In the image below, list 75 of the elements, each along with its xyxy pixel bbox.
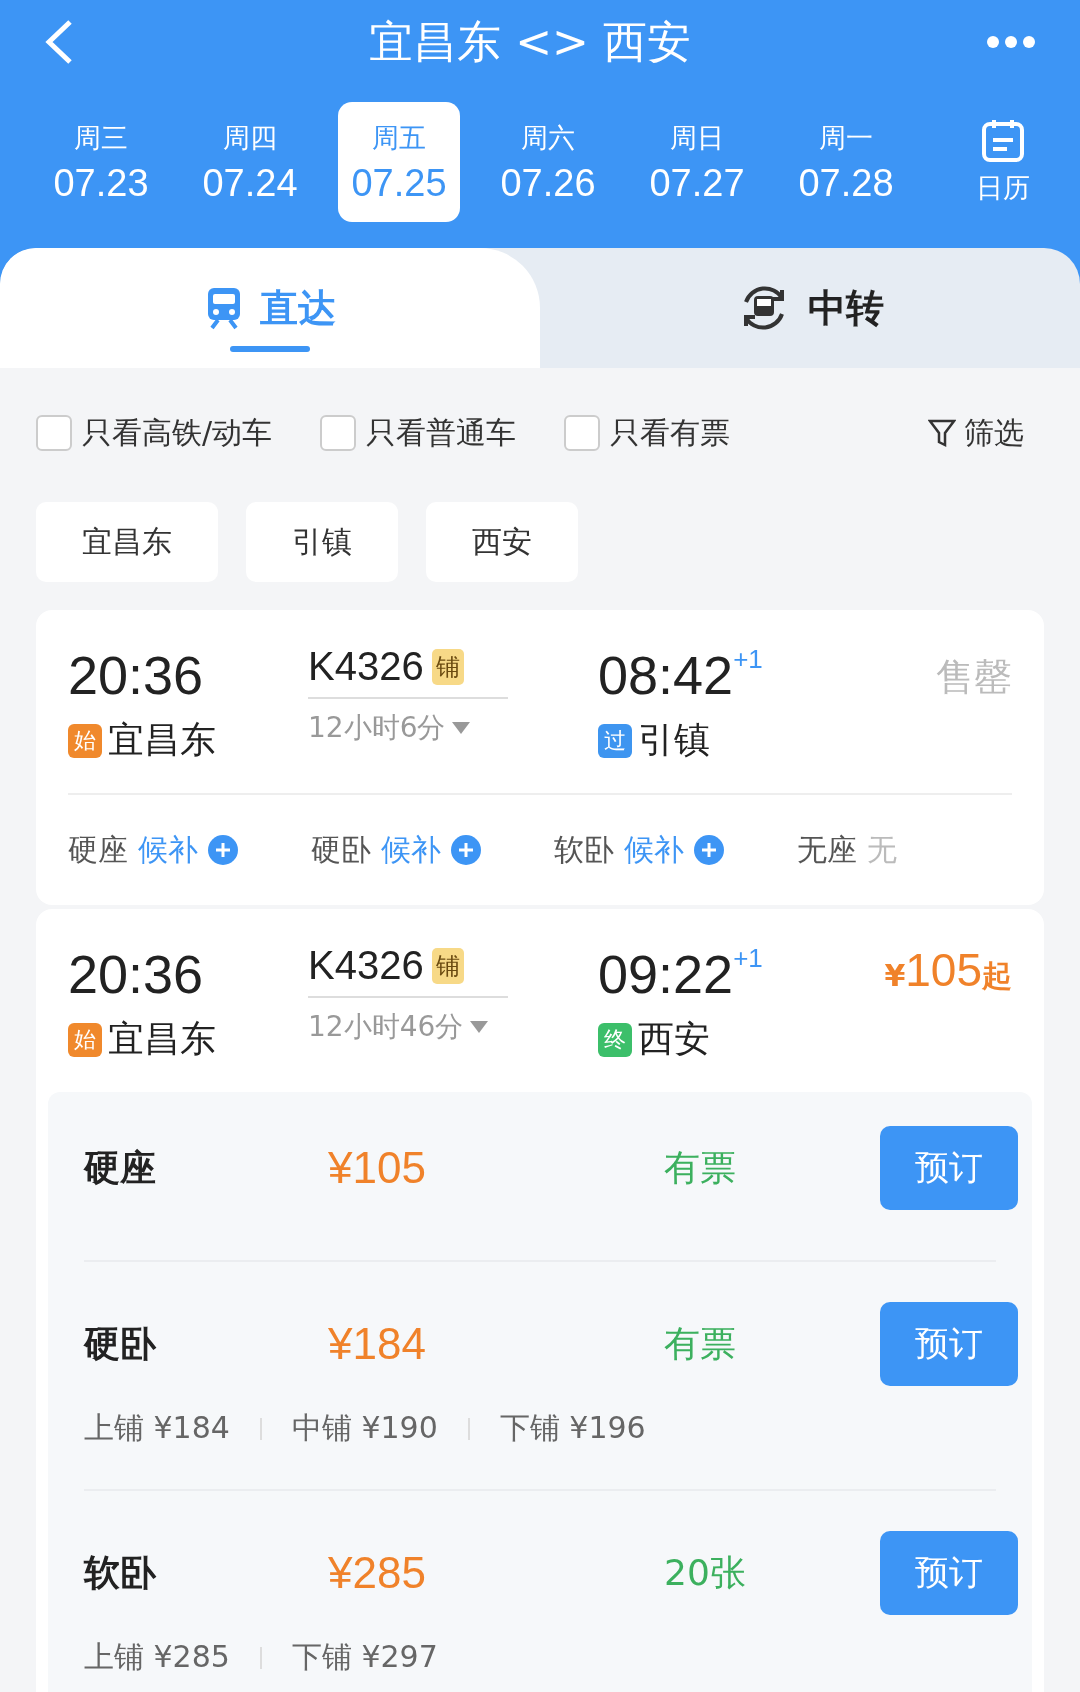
page-title: 宜昌东 <> 西安 bbox=[369, 14, 691, 69]
berth-price: 中铺 ¥190 bbox=[291, 1409, 438, 1448]
arrival-station: 西安 bbox=[638, 1017, 710, 1062]
station-tag: 终 bbox=[598, 1022, 632, 1057]
availability: 20张 bbox=[664, 1550, 747, 1595]
seat-type: 无座 bbox=[797, 830, 857, 869]
route-tab[interactable]: 中转 bbox=[540, 248, 1080, 368]
waitlist-link[interactable]: 候补 bbox=[624, 829, 684, 871]
currency-symbol: ¥ bbox=[884, 958, 906, 994]
station-tag: 始 bbox=[68, 1022, 102, 1057]
book-button[interactable]: 预订 bbox=[880, 1531, 1018, 1616]
seat-class: 软卧 bbox=[84, 1550, 157, 1595]
departure-station: 宜昌东 bbox=[108, 1017, 216, 1062]
filter-icon bbox=[928, 418, 956, 448]
date-tab[interactable]: 周六 07.26 bbox=[487, 102, 609, 222]
more-icon[interactable] bbox=[986, 35, 1036, 49]
caret-icon bbox=[451, 721, 472, 735]
seat-status: 无 bbox=[867, 830, 897, 869]
back-icon[interactable] bbox=[44, 19, 74, 65]
station-tag: 始 bbox=[68, 723, 102, 758]
filter-checkbox[interactable]: 只看高铁/动车 bbox=[36, 412, 273, 454]
lowest-price: 105 bbox=[905, 943, 982, 998]
date-tab[interactable]: 周日 07.27 bbox=[636, 102, 758, 222]
station-chip[interactable]: 西安 bbox=[426, 502, 578, 582]
duration[interactable]: 12小时6分 bbox=[308, 709, 598, 747]
departure-time: 20:36 bbox=[68, 943, 205, 1006]
price-suffix: 起 bbox=[982, 958, 1012, 996]
day-offset: +1 bbox=[733, 644, 763, 675]
book-button[interactable]: 预订 bbox=[880, 1126, 1018, 1211]
seat-type: 硬卧 bbox=[311, 830, 371, 869]
waitlist-link[interactable]: 候补 bbox=[138, 829, 198, 871]
date-tab[interactable]: 周四 07.24 bbox=[189, 102, 311, 222]
seat-price: ¥285 bbox=[328, 1548, 427, 1599]
station-chip[interactable]: 宜昌东 bbox=[36, 502, 218, 582]
arrival-station: 引镇 bbox=[638, 718, 710, 763]
train-number: K4326 bbox=[308, 943, 424, 989]
seat-class: 硬卧 bbox=[84, 1321, 157, 1366]
availability: 有票 bbox=[664, 1321, 737, 1366]
seat-class: 硬座 bbox=[84, 1145, 157, 1190]
seat-type: 硬座 bbox=[68, 830, 128, 869]
berth-price: 下铺 ¥297 bbox=[291, 1638, 438, 1677]
calendar-button[interactable]: 日历 bbox=[976, 118, 1030, 206]
filter-button[interactable]: 筛选 bbox=[928, 412, 1024, 454]
departure-station: 宜昌东 bbox=[108, 718, 216, 763]
date-tab[interactable]: 周一 07.28 bbox=[785, 102, 907, 222]
berth-price: 上铺 ¥184 bbox=[84, 1409, 230, 1448]
train-number: K4326 bbox=[308, 644, 424, 689]
filter-checkbox[interactable]: 只看有票 bbox=[564, 412, 731, 454]
plus-icon bbox=[208, 835, 238, 866]
plus-icon bbox=[694, 835, 724, 866]
date-tab[interactable]: 周五 07.25 bbox=[338, 102, 460, 222]
calendar-icon bbox=[980, 118, 1026, 164]
arrival-time: 09:22 bbox=[598, 943, 734, 1006]
waitlist-link[interactable]: 候补 bbox=[381, 829, 441, 871]
station-chip[interactable]: 引镇 bbox=[246, 502, 398, 582]
route-tab[interactable]: 直达 bbox=[0, 248, 540, 368]
berth-price: 下铺 ¥196 bbox=[499, 1409, 646, 1448]
filter-checkbox[interactable]: 只看普通车 bbox=[320, 412, 517, 454]
day-offset: +1 bbox=[733, 943, 763, 975]
seat-price: ¥105 bbox=[328, 1143, 427, 1194]
berth-badge: 铺 bbox=[431, 648, 464, 685]
caret-icon bbox=[469, 1020, 490, 1035]
date-tab[interactable]: 周三 07.23 bbox=[40, 102, 162, 222]
berth-badge: 铺 bbox=[431, 947, 464, 984]
plus-icon bbox=[451, 835, 481, 866]
station-tag: 过 bbox=[598, 723, 632, 758]
arrival-time: 08:42 bbox=[598, 644, 734, 707]
seat-type: 软卧 bbox=[554, 830, 614, 869]
availability: 有票 bbox=[664, 1145, 737, 1190]
departure-time: 20:36 bbox=[68, 644, 205, 707]
duration[interactable]: 12小时46分 bbox=[308, 1008, 598, 1047]
book-button[interactable]: 预订 bbox=[880, 1302, 1018, 1387]
sold-out-label: 售罄 bbox=[936, 654, 1012, 701]
berth-price: 上铺 ¥285 bbox=[84, 1638, 230, 1677]
seat-price: ¥184 bbox=[328, 1319, 427, 1370]
